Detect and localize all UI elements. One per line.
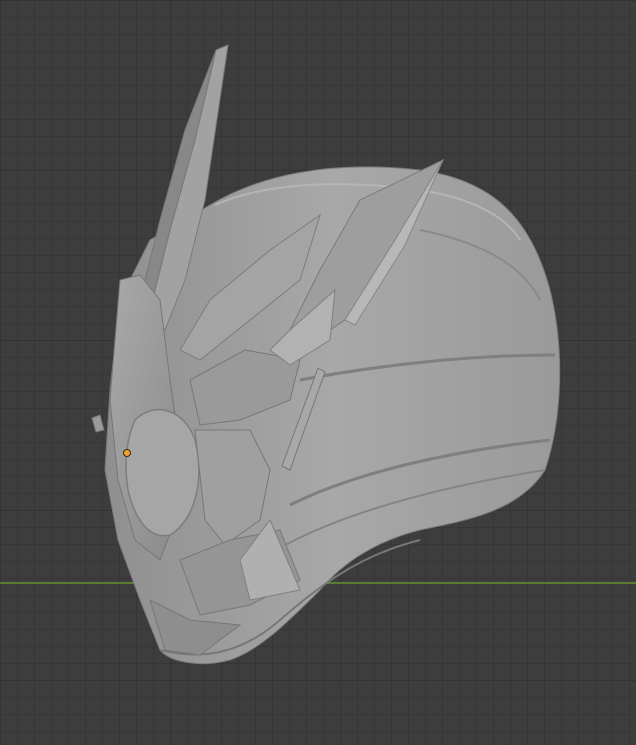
mouth-detail: [91, 414, 105, 433]
helmet-model[interactable]: [0, 0, 636, 745]
object-origin-icon: [123, 449, 131, 457]
3d-viewport[interactable]: [0, 0, 636, 745]
